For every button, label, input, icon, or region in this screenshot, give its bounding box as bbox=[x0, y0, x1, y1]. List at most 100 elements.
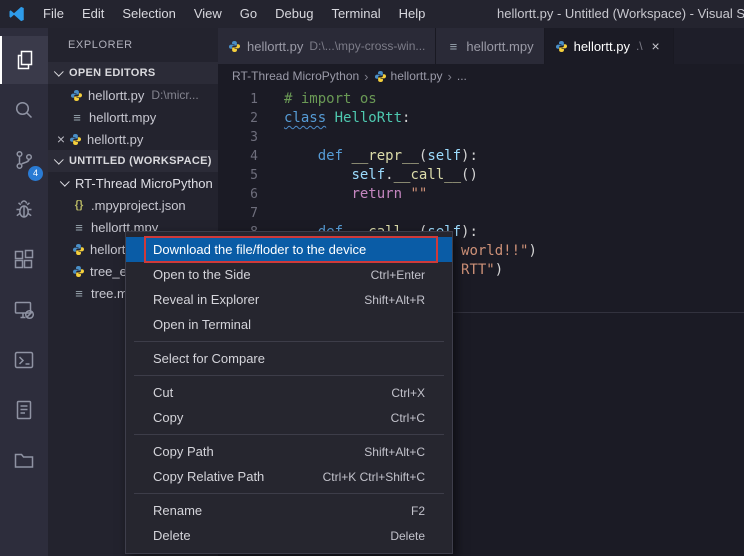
context-menu-item[interactable]: Cut Ctrl+X bbox=[126, 380, 452, 405]
context-menu-item[interactable]: Copy Path Shift+Alt+C bbox=[126, 439, 452, 464]
breadcrumb-item[interactable]: ... bbox=[457, 69, 467, 83]
tab-label: hellortt.py bbox=[574, 39, 630, 54]
open-editor-path: D:\micr... bbox=[151, 88, 198, 102]
activity-source-control[interactable]: 4 bbox=[0, 136, 48, 184]
breadcrumb-item[interactable]: RT-Thread MicroPython bbox=[232, 69, 359, 83]
line-number: 2 bbox=[218, 109, 258, 128]
breadcrumb[interactable]: RT-Thread MicroPython › hellortt.py › ..… bbox=[218, 64, 744, 88]
menu-item-label: Open in Terminal bbox=[153, 317, 251, 332]
close-tab-button[interactable]: × bbox=[649, 38, 663, 54]
context-menu-item[interactable]: Delete Delete bbox=[126, 523, 452, 548]
open-editor-label: hellortt.py bbox=[88, 88, 144, 103]
code-line[interactable]: 6 return "" bbox=[218, 185, 744, 204]
menubar-item-go[interactable]: Go bbox=[231, 0, 266, 28]
activity-extensions[interactable] bbox=[0, 236, 48, 284]
section-open-editors[interactable]: OPEN EDITORS bbox=[48, 62, 218, 84]
open-editor-item[interactable]: hellortt.py D:\micr... bbox=[48, 84, 218, 106]
context-menu-item[interactable]: Copy Ctrl+C bbox=[126, 405, 452, 430]
breadcrumb-separator: › bbox=[448, 69, 452, 84]
open-editor-label: hellortt.mpy bbox=[89, 110, 156, 125]
editor-tab[interactable]: hellortt.py D:\...\mpy-cross-win... bbox=[218, 28, 436, 64]
menubar-item-terminal[interactable]: Terminal bbox=[322, 0, 389, 28]
activity-bar: 4 bbox=[0, 28, 48, 556]
terminal-console-icon bbox=[12, 348, 36, 372]
open-editor-label: hellortt.py bbox=[87, 132, 143, 147]
tab-path: D:\...\mpy-cross-win... bbox=[309, 39, 425, 53]
line-number: 6 bbox=[218, 185, 258, 204]
python-file-icon bbox=[72, 243, 85, 256]
line-number: 7 bbox=[218, 204, 258, 223]
activity-remote-device[interactable] bbox=[0, 286, 48, 334]
context-menu-item[interactable]: Copy Relative Path Ctrl+K Ctrl+Shift+C bbox=[126, 464, 452, 489]
window-title: hellortt.py - Untitled (Workspace) - Vis… bbox=[497, 0, 744, 28]
vscode-logo-icon bbox=[0, 5, 34, 23]
code-line[interactable]: 4 def __repr__(self): bbox=[218, 147, 744, 166]
python-file-icon bbox=[374, 70, 387, 83]
tree-item-label: .mpyproject.json bbox=[91, 198, 186, 213]
menubar: FileEditSelectionViewGoDebugTerminalHelp bbox=[34, 0, 434, 28]
code-line[interactable]: 1# import os bbox=[218, 90, 744, 109]
open-editor-item[interactable]: ≡ hellortt.mpy bbox=[48, 106, 218, 128]
context-menu: Download the file/floder to the device O… bbox=[125, 231, 453, 554]
editor-tabbar: hellortt.py D:\...\mpy-cross-win... ≡ he… bbox=[218, 28, 744, 64]
activity-output-log[interactable] bbox=[0, 386, 48, 434]
chevron-down-icon bbox=[54, 154, 64, 164]
search-icon bbox=[12, 98, 36, 122]
tree-item-label: tree.m bbox=[91, 286, 128, 301]
menubar-item-help[interactable]: Help bbox=[390, 0, 435, 28]
tab-path: .\ bbox=[636, 39, 643, 53]
close-editor-button[interactable]: × bbox=[53, 131, 69, 147]
tree-item[interactable]: {} .mpyproject.json bbox=[48, 194, 218, 216]
mpy-file-icon: ≡ bbox=[72, 220, 86, 235]
extensions-icon bbox=[12, 248, 36, 272]
breadcrumb-separator: › bbox=[364, 69, 368, 84]
folder-view-icon bbox=[12, 448, 36, 472]
section-workspace-label: UNTITLED (WORKSPACE) bbox=[69, 155, 212, 167]
menubar-item-view[interactable]: View bbox=[185, 0, 231, 28]
menubar-item-edit[interactable]: Edit bbox=[73, 0, 113, 28]
editor-tab[interactable]: hellortt.py .\ × bbox=[545, 28, 674, 64]
menu-item-label: Download the file/floder to the device bbox=[153, 242, 366, 257]
menu-item-label: Reveal in Explorer bbox=[153, 292, 259, 307]
activity-debug[interactable] bbox=[0, 186, 48, 234]
activity-explorer[interactable] bbox=[0, 36, 48, 84]
section-workspace[interactable]: UNTITLED (WORKSPACE) bbox=[48, 150, 218, 172]
breadcrumb-label: RT-Thread MicroPython bbox=[232, 69, 359, 83]
menu-shortcut: Ctrl+C bbox=[391, 411, 425, 425]
code-line[interactable]: 2class HelloRtt: bbox=[218, 109, 744, 128]
chevron-down-icon bbox=[54, 66, 64, 76]
menu-item-label: Delete bbox=[153, 528, 191, 543]
menu-shortcut: Ctrl+Enter bbox=[371, 268, 425, 282]
context-menu-item[interactable]: Download the file/floder to the device bbox=[126, 237, 452, 262]
code-line[interactable]: 5 self.__call__() bbox=[218, 166, 744, 185]
code-line[interactable]: 3 bbox=[218, 128, 744, 147]
breadcrumb-item[interactable]: hellortt.py bbox=[374, 69, 443, 83]
menu-item-label: Cut bbox=[153, 385, 173, 400]
context-menu-item[interactable]: Open to the Side Ctrl+Enter bbox=[126, 262, 452, 287]
source-control-badge: 4 bbox=[28, 166, 43, 181]
menubar-item-debug[interactable]: Debug bbox=[266, 0, 322, 28]
remote-device-icon bbox=[12, 298, 36, 322]
menu-item-label: Copy Path bbox=[153, 444, 214, 459]
activity-folder-view[interactable] bbox=[0, 436, 48, 484]
code-line[interactable]: 7 bbox=[218, 204, 744, 223]
python-file-icon bbox=[228, 40, 241, 53]
open-editors-list: hellortt.py D:\micr... ≡ hellortt.mpy × … bbox=[48, 84, 218, 150]
tree-folder-rt-thread-micropython[interactable]: RT-Thread MicroPython bbox=[48, 172, 218, 194]
editor-tab[interactable]: ≡ hellortt.mpy bbox=[436, 28, 544, 64]
open-editor-item[interactable]: × hellortt.py bbox=[48, 128, 218, 150]
python-file-icon bbox=[69, 133, 82, 146]
context-menu-item[interactable]: Open in Terminal bbox=[126, 312, 452, 337]
activity-terminal-console[interactable] bbox=[0, 336, 48, 384]
menubar-item-selection[interactable]: Selection bbox=[113, 0, 184, 28]
menubar-item-file[interactable]: File bbox=[34, 0, 73, 28]
menu-item-label: Select for Compare bbox=[153, 351, 265, 366]
python-file-icon bbox=[72, 265, 85, 278]
context-menu-item[interactable]: Reveal in Explorer Shift+Alt+R bbox=[126, 287, 452, 312]
line-number: 5 bbox=[218, 166, 258, 185]
context-menu-item[interactable]: Rename F2 bbox=[126, 498, 452, 523]
activity-search[interactable] bbox=[0, 86, 48, 134]
context-menu-separator bbox=[134, 493, 444, 494]
explorer-icon bbox=[13, 48, 37, 72]
context-menu-item[interactable]: Select for Compare bbox=[126, 346, 452, 371]
